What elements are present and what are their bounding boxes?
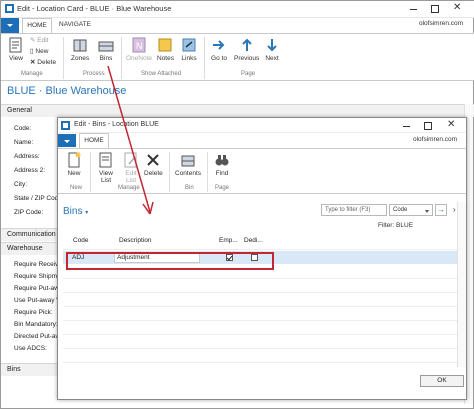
annotation-arrow <box>107 65 154 215</box>
